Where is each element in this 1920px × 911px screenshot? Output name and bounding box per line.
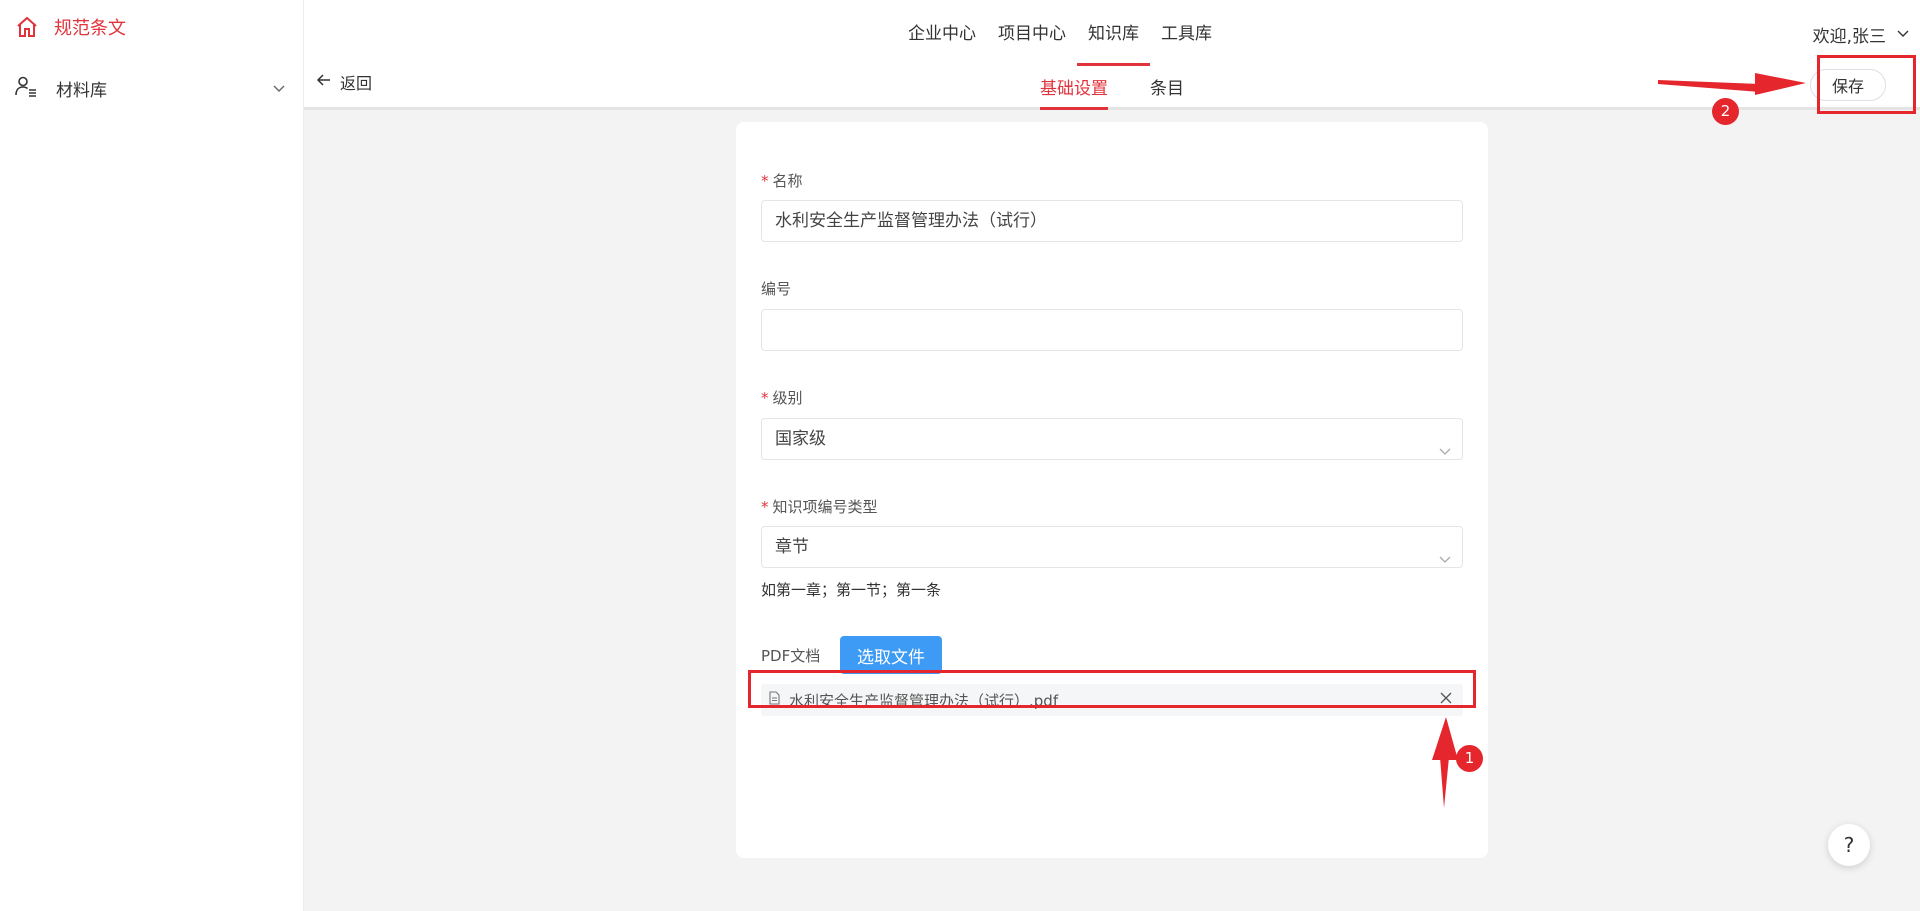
numbering-type-label: * 知识项编号类型 <box>761 498 878 516</box>
sidebar-item-material-library[interactable]: 材料库 <box>0 70 304 106</box>
tab-entries[interactable]: 条目 <box>1150 66 1184 110</box>
user-greeting: 欢迎,张三 <box>1812 27 1886 47</box>
sub-header: 返回 基础设置 条目 保存 <box>304 66 1920 110</box>
user-menu[interactable]: 欢迎,张三 <box>1813 22 1910 47</box>
brand[interactable]: 规范条文 <box>14 14 126 40</box>
back-label: 返回 <box>340 74 373 93</box>
chevron-down-icon <box>1896 25 1910 45</box>
annotation-badge-1: 1 <box>1456 745 1483 772</box>
name-label: * 名称 <box>761 172 803 190</box>
top-navigation: 企业中心 项目中心 知识库 工具库 欢迎,张三 <box>304 0 1920 66</box>
arrow-left-icon <box>316 72 332 92</box>
nav-item-knowledge-base[interactable]: 知识库 <box>1077 0 1150 66</box>
level-label: * 级别 <box>761 389 803 407</box>
annotation-box-save <box>1817 55 1916 114</box>
select-file-button[interactable]: 选取文件 <box>840 636 942 674</box>
tab-basic-settings[interactable]: 基础设置 <box>1040 66 1108 110</box>
numbering-type-select[interactable]: 章节 <box>761 526 1463 568</box>
required-mark: * <box>761 498 769 516</box>
nav-item-project-center[interactable]: 项目中心 <box>987 0 1077 66</box>
required-mark: * <box>761 389 769 407</box>
nav-item-tool-library[interactable]: 工具库 <box>1150 0 1223 66</box>
user-list-icon <box>14 74 38 102</box>
numbering-type-value: 章节 <box>775 537 809 557</box>
help-button[interactable]: ? <box>1828 824 1870 866</box>
chevron-down-icon <box>1438 541 1452 581</box>
home-icon <box>14 14 40 40</box>
chevron-down-icon[interactable] <box>272 80 286 99</box>
nav-items: 企业中心 项目中心 知识库 工具库 <box>897 0 1223 66</box>
form-card: * 名称 水利安全生产监督管理办法（试行） 编号 * 级别 国家级 * 知识项编号类型… <box>736 122 1488 858</box>
level-select[interactable]: 国家级 <box>761 418 1463 460</box>
annotation-badge-2: 2 <box>1712 98 1739 125</box>
back-button[interactable]: 返回 <box>316 70 372 94</box>
sidebar: 规范条文 材料库 <box>0 0 304 911</box>
chevron-down-icon <box>1438 433 1452 473</box>
name-input[interactable]: 水利安全生产监督管理办法（试行） <box>761 200 1463 242</box>
pdf-label: PDF文档 <box>761 647 821 665</box>
sidebar-item-label: 材料库 <box>56 80 107 101</box>
main-content: * 名称 水利安全生产监督管理办法（试行） 编号 * 级别 国家级 * 知识项编号类型… <box>304 110 1920 911</box>
tabs: 基础设置 条目 <box>1040 66 1184 110</box>
required-mark: * <box>761 172 769 190</box>
numbering-type-hint: 如第一章；第一节；第一条 <box>761 581 942 599</box>
nav-item-enterprise-center[interactable]: 企业中心 <box>897 0 987 66</box>
level-value: 国家级 <box>775 429 826 449</box>
code-label: 编号 <box>761 280 792 298</box>
annotation-box-file <box>748 670 1476 708</box>
brand-label: 规范条文 <box>54 18 126 39</box>
code-input[interactable] <box>761 309 1463 351</box>
